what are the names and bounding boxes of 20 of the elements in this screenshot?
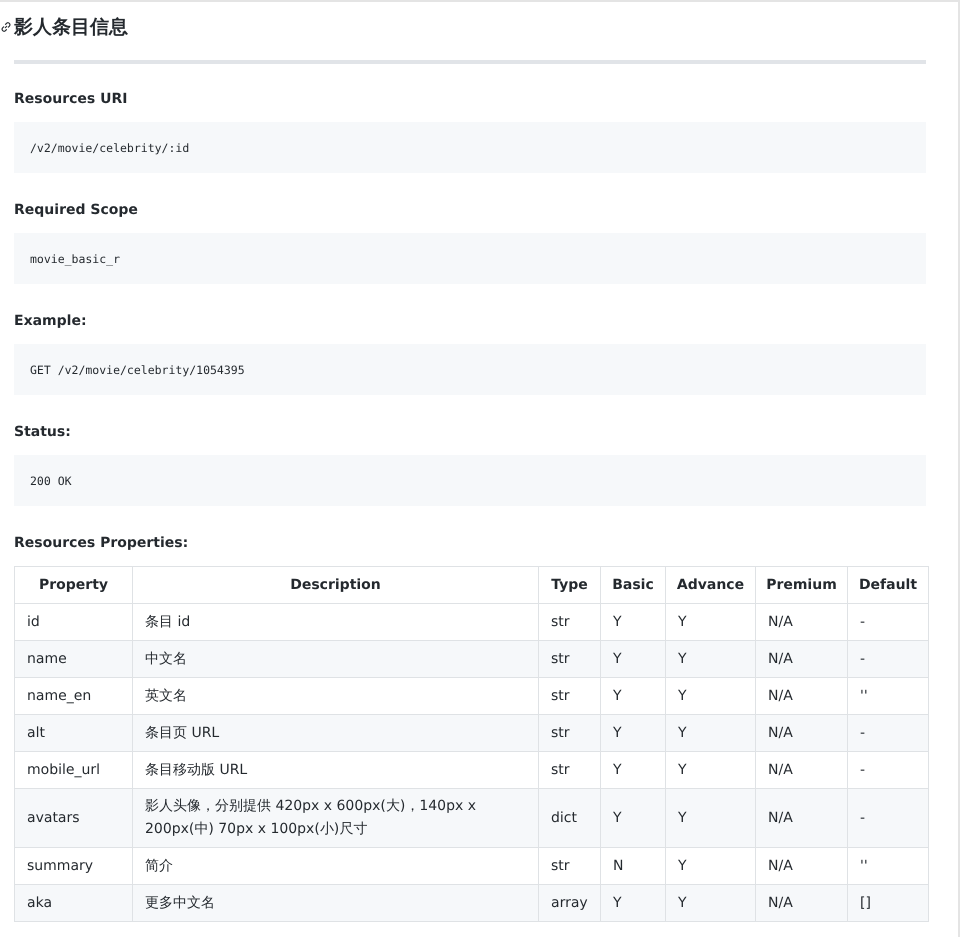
- code-block: movie_basic_r: [14, 233, 926, 284]
- section-label: Example:: [14, 312, 88, 331]
- table-cell: Y: [600, 884, 666, 922]
- column-header: Property: [14, 566, 132, 604]
- table-cell: []: [848, 884, 928, 922]
- section-label: Required Scope: [14, 201, 139, 220]
- table-cell: array: [538, 884, 600, 922]
- link-icon[interactable]: [0, 21, 12, 33]
- code-block: 200 OK: [14, 455, 926, 506]
- column-header: Description: [132, 566, 538, 604]
- section-label: Resources Properties:: [14, 534, 190, 553]
- page-title: 影人条目信息: [14, 15, 128, 40]
- code-block: /v2/movie/celebrity/:id: [14, 122, 926, 173]
- table-cell: Y: [666, 884, 756, 922]
- section-label: Resources URI: [14, 90, 128, 109]
- table-cell: aka: [14, 884, 132, 922]
- section-label: Status:: [14, 423, 72, 442]
- table-cell: 更多中文名: [132, 884, 538, 922]
- code-block: GET /v2/movie/celebrity/1054395: [14, 344, 926, 395]
- table-cell: N/A: [756, 884, 848, 922]
